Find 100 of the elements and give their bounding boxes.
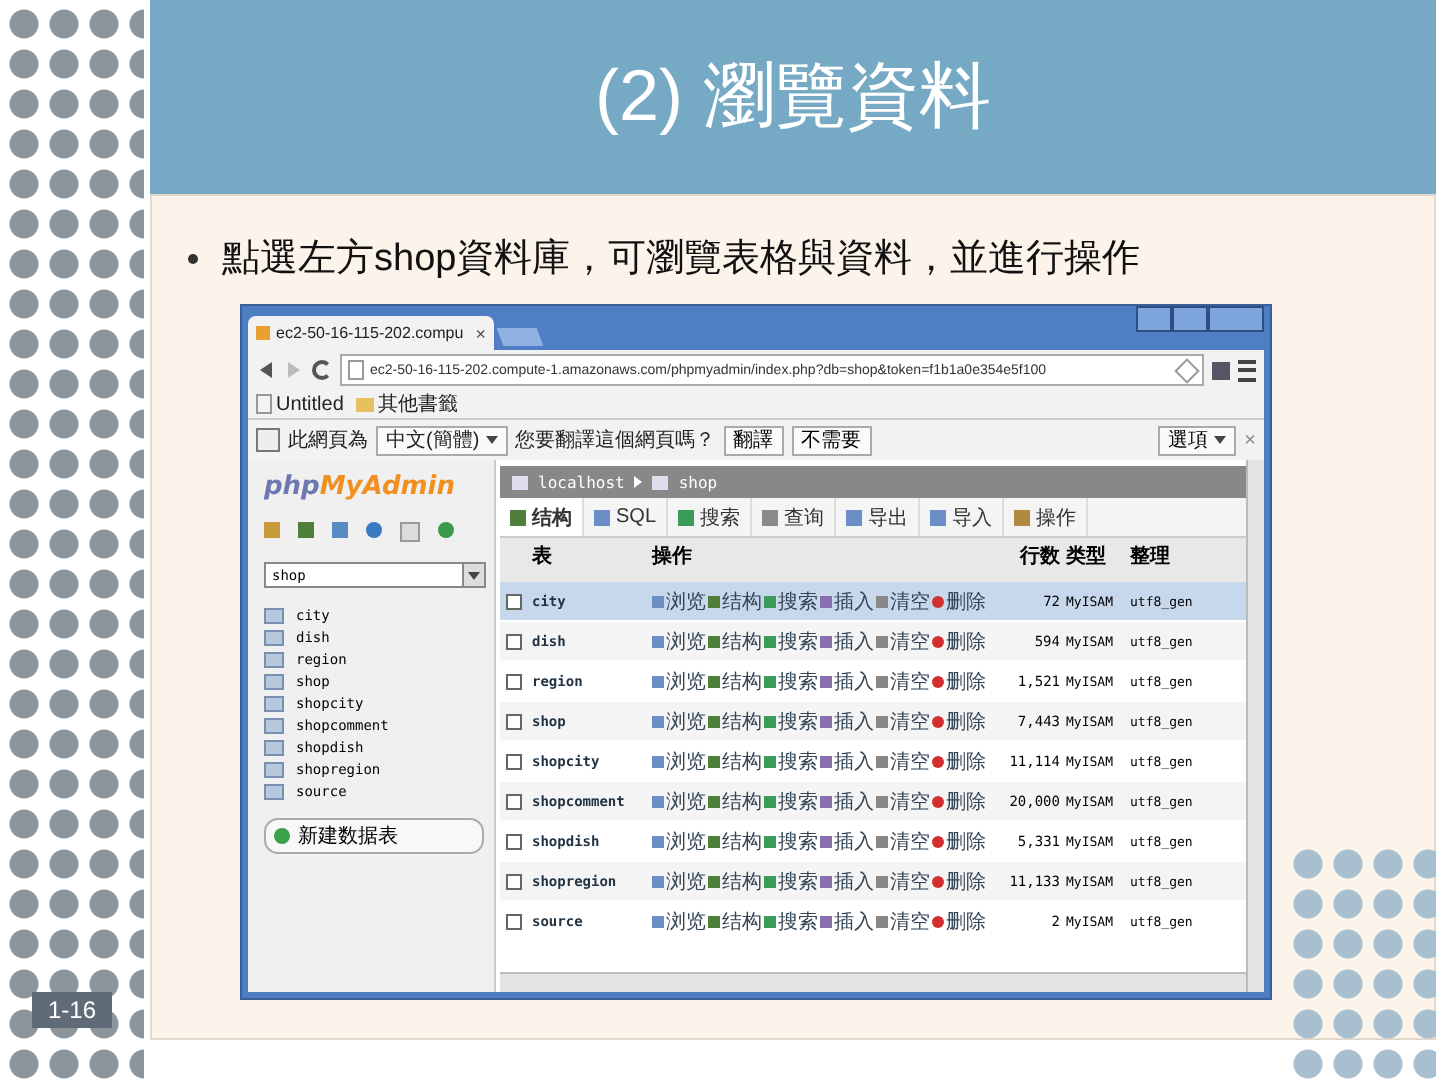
drop-link[interactable]: 删除	[932, 787, 986, 815]
browse-link[interactable]: 浏览	[652, 867, 706, 895]
search-link[interactable]: 搜索	[764, 827, 818, 855]
action-icon	[764, 875, 776, 887]
browser-tab[interactable]: ec2-50-16-115-202.compu ×	[248, 316, 494, 350]
tab[interactable]: 结构	[500, 498, 584, 536]
drop-link[interactable]: 删除	[932, 627, 986, 655]
empty-link[interactable]: 清空	[876, 627, 930, 655]
drop-link[interactable]: 删除	[932, 867, 986, 895]
insert-link[interactable]: 插入	[820, 667, 874, 695]
close-icon[interactable]	[1208, 306, 1264, 332]
empty-link[interactable]: 清空	[876, 827, 930, 855]
search-link[interactable]: 搜索	[764, 707, 818, 735]
browse-link[interactable]: 浏览	[652, 907, 706, 935]
tab[interactable]: SQL	[584, 498, 669, 536]
search-link[interactable]: 搜索	[764, 667, 818, 695]
maximize-icon[interactable]	[1172, 306, 1208, 332]
empty-link[interactable]: 清空	[876, 747, 930, 775]
translate-label: 此網頁為	[288, 427, 368, 454]
insert-link[interactable]: 插入	[820, 587, 874, 615]
translate-button[interactable]: 翻譯	[723, 425, 784, 455]
vertical-scrollbar[interactable]	[1246, 460, 1264, 992]
tab-close-button[interactable]: ×	[475, 323, 486, 343]
column-header[interactable]: 整理	[1130, 538, 1246, 570]
structure-link[interactable]: 结构	[708, 707, 762, 735]
empty-link[interactable]: 清空	[876, 787, 930, 815]
drop-link[interactable]: 删除	[932, 707, 986, 735]
search-link[interactable]: 搜索	[764, 787, 818, 815]
browse-link[interactable]: 浏览	[652, 587, 706, 615]
search-link[interactable]: 搜索	[764, 587, 818, 615]
search-link[interactable]: 搜索	[764, 747, 818, 775]
row-checkbox[interactable]	[505, 593, 521, 609]
bullet-text: 點選左方shop資料庫，可瀏覽表格與資料，並進行操作	[222, 236, 1141, 284]
empty-link[interactable]: 清空	[876, 867, 930, 895]
tab[interactable]: 导入	[920, 498, 1005, 536]
tab[interactable]: 查询	[752, 498, 837, 536]
browse-link[interactable]: 浏览	[652, 667, 706, 695]
options-button[interactable]: 選項	[1158, 425, 1237, 455]
browse-link[interactable]: 浏览	[652, 747, 706, 775]
structure-link[interactable]: 结构	[708, 787, 762, 815]
row-checkbox[interactable]	[505, 673, 521, 689]
drop-link[interactable]: 删除	[932, 827, 986, 855]
structure-link[interactable]: 结构	[708, 667, 762, 695]
action-icon	[652, 675, 664, 687]
bookmark-link[interactable]: Untitled	[256, 393, 344, 415]
insert-link[interactable]: 插入	[820, 907, 874, 935]
breadcrumb-link[interactable]: localhost	[538, 473, 625, 491]
insert-link[interactable]: 插入	[820, 747, 874, 775]
browse-link[interactable]: 浏览	[652, 787, 706, 815]
language-dropdown[interactable]: 中文(簡體)	[376, 425, 508, 455]
row-checkbox[interactable]	[505, 633, 521, 649]
tab-icon	[594, 509, 610, 525]
search-link[interactable]: 搜索	[764, 907, 818, 935]
tab[interactable]: 导出	[836, 498, 921, 536]
insert-link[interactable]: 插入	[820, 707, 874, 735]
browse-link[interactable]: 浏览	[652, 827, 706, 855]
horizontal-scrollbar[interactable]	[500, 972, 1246, 992]
column-header[interactable]: 表	[526, 538, 652, 570]
browse-link[interactable]: 浏览	[652, 627, 706, 655]
insert-link[interactable]: 插入	[820, 827, 874, 855]
insert-link[interactable]: 插入	[820, 867, 874, 895]
back-icon[interactable]	[260, 362, 272, 378]
breadcrumb-link[interactable]: shop	[678, 473, 718, 491]
empty-link[interactable]: 清空	[876, 707, 930, 735]
tab[interactable]: 搜索	[668, 498, 753, 536]
column-header[interactable]: 行数	[1000, 538, 1060, 570]
insert-link[interactable]: 插入	[820, 787, 874, 815]
extension-icon[interactable]	[1212, 361, 1230, 379]
action-icon	[876, 835, 888, 847]
drop-link[interactable]: 删除	[932, 747, 986, 775]
browse-link[interactable]: 浏览	[652, 707, 706, 735]
structure-link[interactable]: 结构	[708, 827, 762, 855]
action-icon	[652, 875, 664, 887]
empty-link[interactable]: 清空	[876, 907, 930, 935]
tab[interactable]: 操作	[1004, 498, 1089, 536]
drop-link[interactable]: 删除	[932, 907, 986, 935]
drop-link[interactable]: 删除	[932, 667, 986, 695]
row-checkbox[interactable]	[505, 753, 521, 769]
structure-link[interactable]: 结构	[708, 907, 762, 935]
search-link[interactable]: 搜索	[764, 627, 818, 655]
structure-link[interactable]: 结构	[708, 627, 762, 655]
search-link[interactable]: 搜索	[764, 867, 818, 895]
empty-link[interactable]: 清空	[876, 667, 930, 695]
structure-link[interactable]: 结构	[708, 747, 762, 775]
new-table-button[interactable]: 新建数据表	[264, 818, 484, 854]
structure-link[interactable]: 结构	[708, 867, 762, 895]
column-header[interactable]: 类型	[1060, 538, 1130, 570]
row-checkbox[interactable]	[505, 833, 521, 849]
row-checkbox[interactable]	[505, 713, 521, 729]
bookmark-link[interactable]: 其他書籤	[355, 390, 458, 418]
empty-link[interactable]: 清空	[876, 587, 930, 615]
decline-button[interactable]: 不需要	[791, 425, 872, 455]
menu-icon[interactable]	[1238, 359, 1256, 381]
drop-link[interactable]: 删除	[932, 587, 986, 615]
insert-link[interactable]: 插入	[820, 627, 874, 655]
row-checkbox[interactable]	[505, 793, 521, 809]
minimize-icon[interactable]	[1136, 306, 1172, 332]
structure-link[interactable]: 结构	[708, 587, 762, 615]
row-checkbox[interactable]	[505, 913, 521, 929]
row-checkbox[interactable]	[505, 873, 521, 889]
